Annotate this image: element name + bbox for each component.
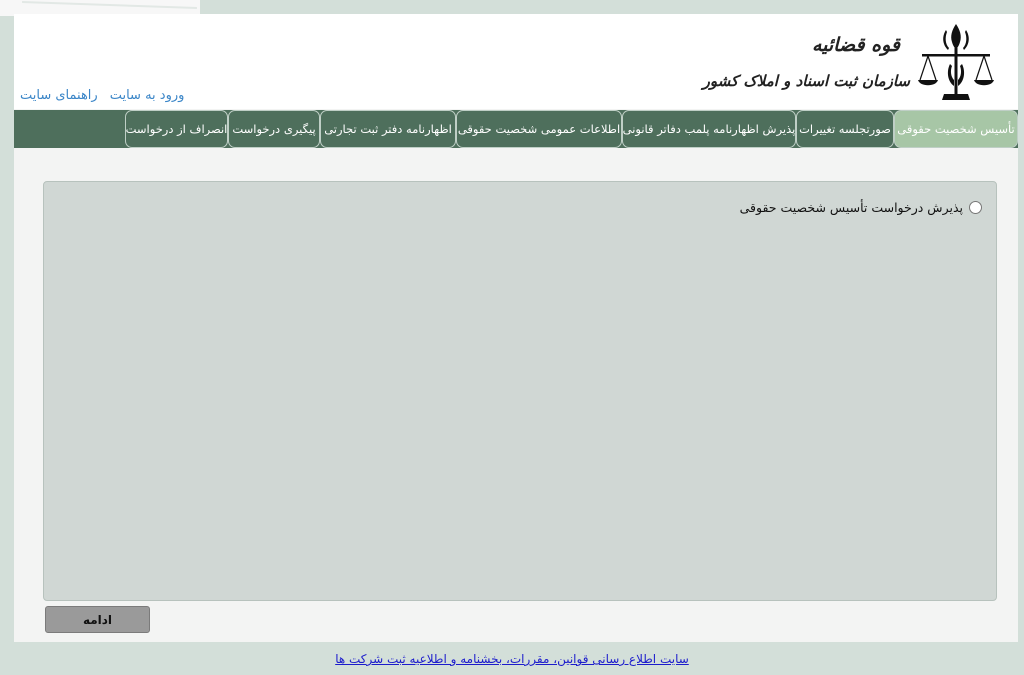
establishment-radio[interactable] xyxy=(969,201,982,214)
tab-company-establishment[interactable]: تأسیس شخصیت حقوقی xyxy=(894,110,1018,148)
tab-request-tracking[interactable]: پیگیری درخواست xyxy=(228,110,320,148)
logo-text-judiciary: قوه قضائیه xyxy=(811,34,900,56)
help-link[interactable]: راهنمای سایت xyxy=(20,88,98,103)
main-nav: تأسیس شخصیت حقوقی صورتجلسه تغییرات پذیرش… xyxy=(14,110,1018,148)
tab-commercial-registry-declaration[interactable]: اظهارنامه دفتر ثبت تجارتی xyxy=(320,110,456,148)
judiciary-scales-emblem-icon xyxy=(918,24,994,100)
content-panel: پذیرش درخواست تأسیس شخصیت حقوقی xyxy=(43,181,997,601)
logo: قوه قضائیه سازمان ثبت اسناد و املاک کشور xyxy=(703,20,996,106)
logo-text-organization: سازمان ثبت اسناد و املاک کشور xyxy=(702,72,910,90)
top-links: ورود به سایت راهنمای سایت xyxy=(20,88,184,103)
login-link[interactable]: ورود به سایت xyxy=(110,88,185,103)
page-container: ورود به سایت راهنمای سایت قوه قضائیه ساز… xyxy=(14,14,1018,642)
tab-change-minutes[interactable]: صورتجلسه تغییرات xyxy=(796,110,894,148)
tab-entity-public-info[interactable]: اطلاعات عمومی شخصیت حقوقی xyxy=(456,110,622,148)
continue-button[interactable]: ادامه xyxy=(45,606,150,633)
request-option: پذیرش درخواست تأسیس شخصیت حقوقی xyxy=(740,200,982,215)
footer-regulations-link[interactable]: سایت اطلاع رسانی قوانین، مقررات، بخشنامه… xyxy=(0,652,1024,666)
tab-request-cancellation[interactable]: انصراف از درخواست xyxy=(125,110,228,148)
establishment-radio-label: پذیرش درخواست تأسیس شخصیت حقوقی xyxy=(739,200,963,215)
header: ورود به سایت راهنمای سایت قوه قضائیه ساز… xyxy=(14,14,1018,109)
tab-ledger-seal-declaration[interactable]: پذیرش اظهارنامه پلمب دفاتر قانونی xyxy=(622,110,796,148)
